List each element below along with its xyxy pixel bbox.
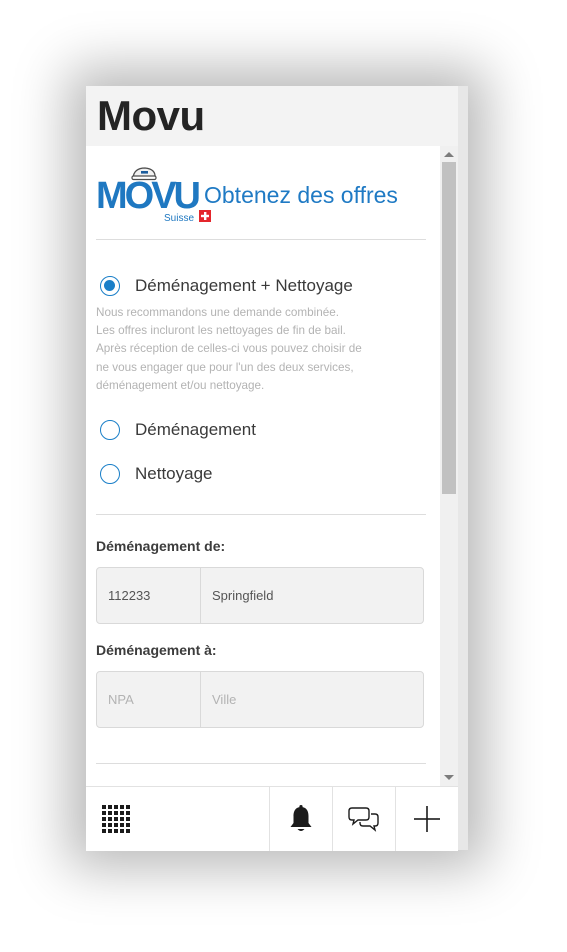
hint-line: Après réception de celles-ci vous pouvez… [96,342,362,356]
option-label: Déménagement + Nettoyage [135,276,353,295]
moving-from-label: Déménagement de: [96,538,226,554]
hint-line: Nous recommandons une demande combinée. [96,306,339,319]
movu-logo-graphic: MOVU Suisse [96,167,211,224]
bell-icon [290,805,312,831]
from-npa-input[interactable] [97,568,201,623]
messages-button[interactable] [333,787,395,851]
scroll-down-icon[interactable] [444,775,454,780]
moving-to-address [96,671,424,728]
radio-moving[interactable] [100,420,120,440]
apps-button[interactable] [96,787,136,851]
from-city-input[interactable] [201,568,423,623]
option-cleaning[interactable]: Nettoyage [100,461,213,487]
add-button[interactable] [396,787,458,851]
scroll-up-icon[interactable] [444,152,454,157]
radio-moving-cleaning[interactable] [100,276,120,296]
option-label: Nettoyage [135,464,213,483]
vertical-scrollbar[interactable] [440,146,458,786]
movu-logo: MOVU Suisse [96,166,211,224]
chat-icon [348,807,379,832]
divider [96,239,426,240]
divider [96,763,426,764]
option-moving[interactable]: Déménagement [100,417,256,443]
scrollbar-thumb[interactable] [442,162,456,494]
recommendation-hint: Nous recommandons une demande combinée. … [96,304,426,395]
hint-line: Les offres incluront les nettoyages de f… [96,324,346,338]
logo-subtitle: Suisse [164,213,194,222]
apps-grid-icon [102,805,130,833]
title-bar: Movu [86,86,468,146]
hint-line: déménagement et/ou nettoyage. [96,378,265,392]
moving-from-address [96,567,424,624]
divider [96,514,426,515]
option-moving-cleaning[interactable]: Déménagement + Nettoyage [100,273,353,299]
content-pane[interactable]: MOVU Suisse Obtenez des offres Déménagem… [86,146,440,786]
to-npa-input[interactable] [97,672,201,727]
plus-icon [414,806,440,832]
page-headline: Obtenez des offres [204,182,398,208]
notifications-button[interactable] [270,787,332,851]
to-city-input[interactable] [201,672,423,727]
bottom-toolbar [86,786,458,851]
window-title: Movu [97,92,205,139]
svg-text:MOVU: MOVU [96,175,200,217]
radio-cleaning[interactable] [100,464,120,484]
moving-to-label: Déménagement à: [96,642,217,658]
option-label: Déménagement [135,420,256,439]
app-window: Movu MOVU Suisse Obtenez des offres Démé… [86,86,468,851]
hint-line: ne vous engager que pour l'un des deux s… [96,360,354,374]
